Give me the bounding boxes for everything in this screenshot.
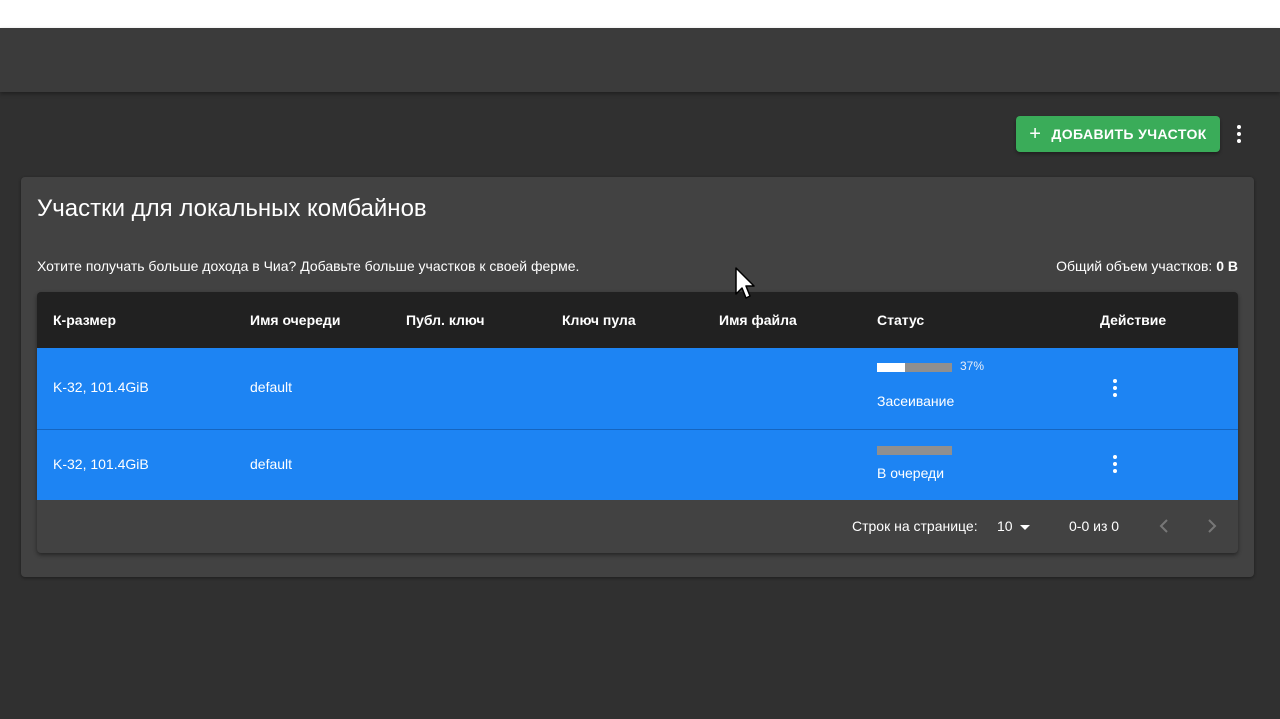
table-row[interactable]: K-32, 101.4GiB default 37% Засеивание (37, 348, 1238, 430)
browser-top-bar (0, 0, 1280, 28)
column-header-action: Действие (1100, 312, 1167, 328)
total-size-label: Общий объем участков: (1056, 258, 1213, 274)
more-vert-icon (1237, 125, 1241, 143)
row-actions-button[interactable] (1104, 453, 1126, 475)
pagination-range: 0-0 из 0 (1069, 518, 1120, 534)
column-header-filename[interactable]: Имя файла (719, 312, 797, 328)
column-header-status[interactable]: Статус (877, 312, 924, 328)
cell-status: Засеивание (877, 393, 955, 409)
plot-progress-percent: 37% (960, 359, 985, 373)
card-title: Участки для локальных комбайнов (37, 195, 427, 222)
table-pagination: Строк на странице: 10 0-0 из 0 (37, 500, 1238, 553)
chevron-right-icon (1208, 519, 1217, 533)
previous-page-button[interactable] (1152, 514, 1176, 538)
column-header-queue-name[interactable]: Имя очереди (250, 312, 340, 328)
plots-card: Участки для локальных комбайнов Хотите п… (21, 177, 1254, 577)
table-row[interactable]: K-32, 101.4GiB default В очереди (37, 430, 1238, 500)
cell-status: В очереди (877, 465, 945, 481)
row-actions-button[interactable] (1104, 377, 1126, 399)
rows-per-page-value: 10 (997, 518, 1013, 534)
cell-queue-name: default (250, 379, 293, 395)
more-vert-icon (1113, 379, 1117, 397)
app-bar (0, 28, 1280, 92)
chevron-left-icon (1159, 519, 1168, 533)
rows-per-page-select[interactable]: 10 (997, 518, 1030, 534)
column-header-pool-key[interactable]: Ключ пула (562, 312, 636, 328)
total-plots-size: Общий объем участков: 0 B (1056, 258, 1238, 274)
cell-k-size: K-32, 101.4GiB (53, 379, 149, 395)
plus-icon: + (1029, 123, 1042, 145)
total-size-value: 0 B (1216, 258, 1238, 274)
rows-per-page-label: Строк на странице: (852, 518, 978, 534)
column-header-public-key[interactable]: Публ. ключ (406, 312, 484, 328)
more-options-button[interactable] (1228, 121, 1250, 147)
plot-progress-fill (877, 363, 905, 372)
cell-k-size: K-32, 101.4GiB (53, 456, 149, 472)
mouse-cursor-icon (735, 267, 755, 299)
caret-down-icon (1019, 524, 1030, 530)
add-plot-button[interactable]: + ДОБАВИТЬ УЧАСТОК (1016, 116, 1220, 152)
card-description: Хотите получать больше дохода в Чиа? Доб… (37, 258, 580, 274)
more-vert-icon (1113, 455, 1117, 473)
cell-queue-name: default (250, 456, 293, 472)
plot-progress-bar (877, 363, 952, 372)
column-header-k-size[interactable]: К-размер (53, 312, 116, 328)
table-header: К-размер Имя очереди Публ. ключ Ключ пул… (37, 292, 1238, 348)
next-page-button[interactable] (1200, 514, 1224, 538)
plot-progress-bar (877, 446, 952, 455)
plots-table: К-размер Имя очереди Публ. ключ Ключ пул… (37, 292, 1238, 553)
add-plot-label: ДОБАВИТЬ УЧАСТОК (1051, 126, 1207, 142)
